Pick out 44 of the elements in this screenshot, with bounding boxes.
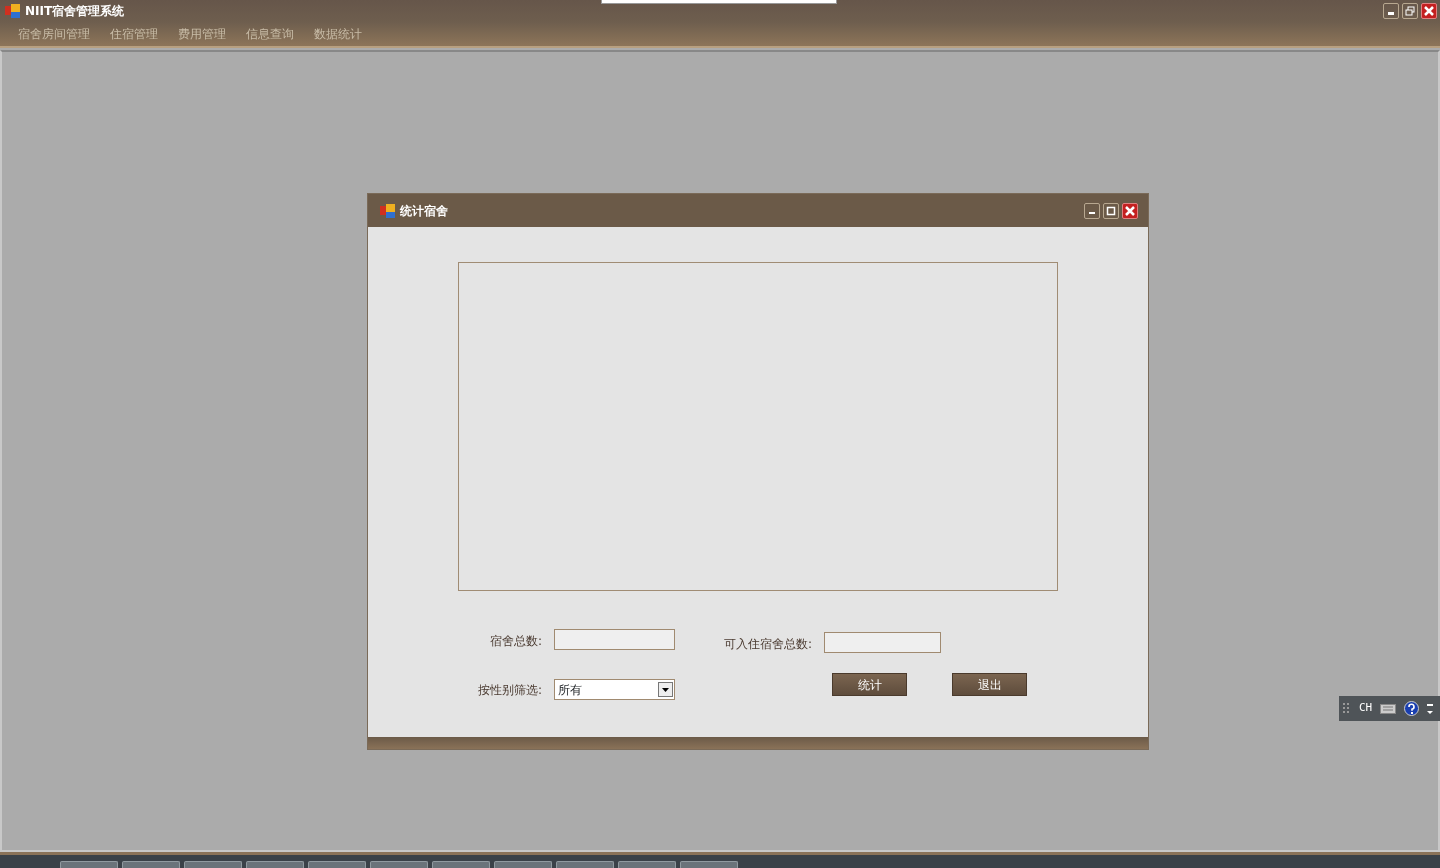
caret-icon: [658, 682, 673, 697]
taskbar-button[interactable]: [60, 861, 118, 868]
maximize-button[interactable]: [1103, 202, 1119, 219]
input-field[interactable]: [554, 629, 675, 650]
close-button[interactable]: [1421, 3, 1437, 19]
menu-item[interactable]: 宿舍房间管理: [8, 21, 100, 47]
minimize-icon: [1089, 212, 1095, 214]
app-icon: [5, 4, 21, 18]
restore-button[interactable]: [1402, 3, 1418, 19]
input-field[interactable]: [824, 632, 941, 653]
taskbar-button[interactable]: [308, 861, 366, 868]
menu-item[interactable]: 信息查询: [236, 21, 304, 47]
maximize-icon: [1106, 205, 1116, 216]
field-label: 宿舍总数:: [489, 633, 542, 650]
help-icon[interactable]: [1404, 701, 1420, 716]
language-indicator[interactable]: CH: [1359, 700, 1373, 717]
minimize-button[interactable]: [1084, 202, 1100, 219]
taskbar-button[interactable]: [494, 861, 552, 868]
window-title: NIIT宿舍管理系统: [25, 3, 125, 20]
close-button[interactable]: [1122, 202, 1138, 219]
minimize-icon: [1388, 12, 1394, 15]
taskbar-button[interactable]: [184, 861, 242, 868]
action-button[interactable]: 统计: [832, 673, 907, 696]
gender-dropdown[interactable]: 所有: [554, 679, 675, 700]
grip-icon: [1343, 701, 1351, 716]
keyboard-icon[interactable]: [1380, 703, 1397, 714]
field-label: 可入住宿舍总数:: [723, 636, 812, 653]
taskbar-button[interactable]: [680, 861, 738, 868]
app-icon: [380, 203, 396, 218]
restore-icon: [1405, 6, 1415, 16]
taskbar-button[interactable]: [370, 861, 428, 868]
taskbar-button[interactable]: [122, 861, 180, 868]
taskbar-button[interactable]: [246, 861, 304, 868]
taskbar-button[interactable]: [618, 861, 676, 868]
menu-item[interactable]: 住宿管理: [100, 21, 168, 47]
menu-item[interactable]: 数据统计: [304, 21, 372, 47]
minimize-button[interactable]: [1383, 3, 1399, 19]
dialog-title: 统计宿舍: [400, 202, 448, 220]
menu-item[interactable]: 费用管理: [168, 21, 236, 47]
options-icon[interactable]: [1427, 701, 1434, 716]
taskbar-button[interactable]: [432, 861, 490, 868]
taskbar-button[interactable]: [556, 861, 614, 868]
action-button[interactable]: 退出: [952, 673, 1027, 696]
filter-label: 按性别筛选:: [477, 681, 542, 699]
